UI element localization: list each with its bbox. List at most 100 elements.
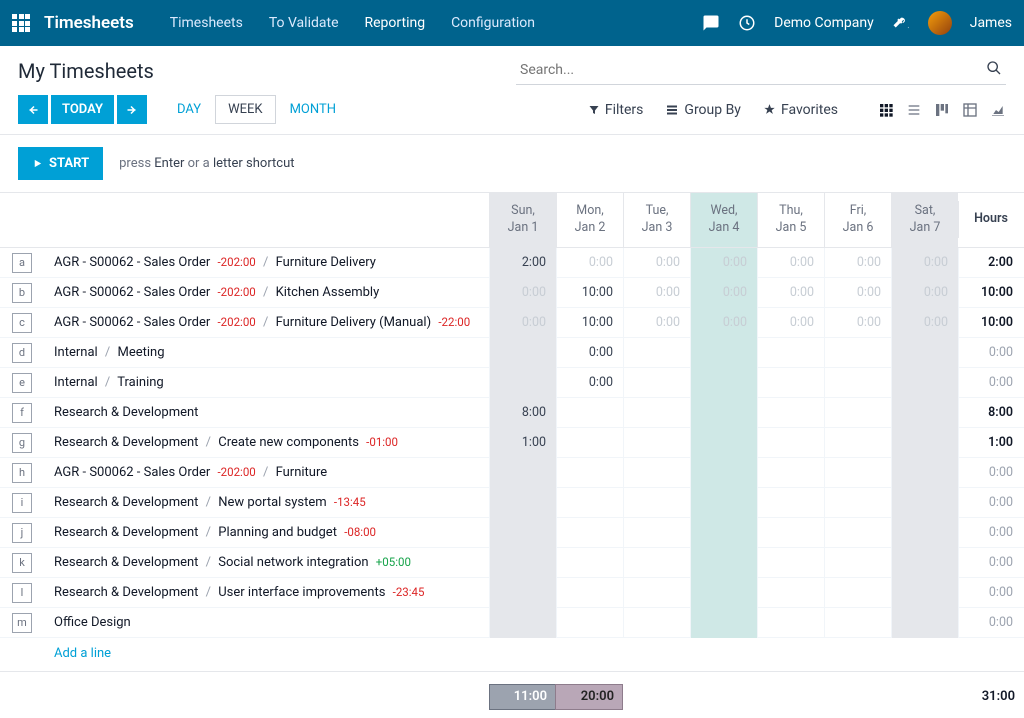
cell[interactable]: 10:00 [556, 308, 623, 338]
timesheet-row[interactable]: bAGR - S00062 - Sales Order -202:00 / Ki… [0, 278, 1024, 308]
nav-link-configuration[interactable]: Configuration [451, 15, 535, 31]
row-key[interactable]: h [12, 463, 32, 483]
cell[interactable] [623, 488, 690, 518]
cell[interactable] [489, 518, 556, 548]
nav-link-timesheets[interactable]: Timesheets [170, 15, 243, 31]
row-label[interactable]: Research & Development [48, 405, 489, 420]
timesheet-row[interactable]: eInternal / Training0:000:00 [0, 368, 1024, 398]
row-key[interactable]: c [12, 313, 32, 333]
cell[interactable] [757, 518, 824, 548]
cell[interactable]: 8:00 [489, 398, 556, 428]
cell[interactable] [556, 488, 623, 518]
cell[interactable] [891, 338, 958, 368]
start-button[interactable]: START [18, 147, 103, 180]
cell[interactable] [891, 458, 958, 488]
tools-icon[interactable] [892, 14, 910, 32]
cell[interactable] [891, 368, 958, 398]
company-selector[interactable]: Demo Company [774, 15, 874, 31]
cell[interactable] [891, 428, 958, 458]
cell[interactable]: 0:00 [489, 278, 556, 308]
cell[interactable] [824, 428, 891, 458]
cell[interactable]: 0:00 [824, 248, 891, 278]
cell[interactable] [824, 338, 891, 368]
row-key[interactable]: a [12, 253, 32, 273]
cell[interactable]: 10:00 [556, 278, 623, 308]
timesheet-row[interactable]: fResearch & Development8:008:00 [0, 398, 1024, 428]
cell[interactable]: 0:00 [824, 278, 891, 308]
cell[interactable] [690, 338, 757, 368]
cell[interactable]: 0:00 [556, 248, 623, 278]
timesheet-row[interactable]: j Research & Development / Planning and b… [0, 518, 1024, 548]
timesheet-row[interactable]: k Research & Development / Social network… [0, 548, 1024, 578]
cell[interactable] [489, 338, 556, 368]
row-key[interactable]: g [12, 433, 32, 453]
cell[interactable] [556, 398, 623, 428]
groupby-button[interactable]: Group By [665, 102, 741, 118]
cell[interactable] [623, 518, 690, 548]
timesheet-row[interactable]: mOffice Design0:00 [0, 608, 1024, 638]
cell[interactable] [489, 578, 556, 608]
cell[interactable] [690, 548, 757, 578]
timesheet-row[interactable]: hAGR - S00062 - Sales Order -202:00 / Fu… [0, 458, 1024, 488]
cell[interactable] [824, 488, 891, 518]
cell[interactable] [623, 428, 690, 458]
cell[interactable] [757, 548, 824, 578]
cell[interactable] [690, 488, 757, 518]
cell[interactable]: 0:00 [556, 368, 623, 398]
cell[interactable] [824, 398, 891, 428]
cell[interactable] [623, 338, 690, 368]
timesheet-row[interactable]: aAGR - S00062 - Sales Order -202:00 / Fu… [0, 248, 1024, 278]
timesheet-row[interactable]: lResearch & Development / User interface… [0, 578, 1024, 608]
cell[interactable] [623, 548, 690, 578]
nav-link-to-validate[interactable]: To Validate [269, 15, 339, 31]
cell[interactable]: 0:00 [556, 338, 623, 368]
cell[interactable] [690, 428, 757, 458]
view-pivot-icon[interactable] [962, 102, 978, 118]
cell[interactable] [891, 488, 958, 518]
row-key[interactable]: l [12, 583, 32, 603]
cell[interactable] [623, 458, 690, 488]
period-day[interactable]: DAY [165, 95, 213, 124]
view-grid-icon[interactable] [878, 102, 894, 118]
user-name[interactable]: James [970, 15, 1012, 31]
cell[interactable] [757, 578, 824, 608]
cell[interactable] [690, 368, 757, 398]
timesheet-row[interactable]: g Research & Development / Create new com… [0, 428, 1024, 458]
row-label[interactable]: Research & Development / Planning and bu… [48, 525, 489, 540]
cell[interactable] [690, 398, 757, 428]
cell[interactable] [891, 548, 958, 578]
row-key[interactable]: j [12, 523, 32, 543]
period-month[interactable]: MONTH [278, 95, 348, 124]
timesheet-row[interactable]: dInternal / Meeting0:000:00 [0, 338, 1024, 368]
brand[interactable]: Timesheets [44, 13, 134, 33]
cell[interactable]: 0:00 [623, 308, 690, 338]
cell[interactable] [757, 398, 824, 428]
nav-link-reporting[interactable]: Reporting [365, 15, 426, 31]
row-key[interactable]: k [12, 553, 32, 573]
row-label[interactable]: Research & Development / Social network … [48, 555, 489, 570]
cell[interactable] [757, 488, 824, 518]
row-label[interactable]: Research & Development / Create new comp… [48, 435, 489, 450]
cell[interactable] [489, 368, 556, 398]
cell[interactable] [690, 578, 757, 608]
cell[interactable] [891, 608, 958, 638]
cell[interactable] [757, 608, 824, 638]
cell[interactable] [824, 518, 891, 548]
cell[interactable] [824, 608, 891, 638]
row-key[interactable]: i [12, 493, 32, 513]
cell[interactable] [757, 338, 824, 368]
cell[interactable] [757, 458, 824, 488]
favorites-button[interactable]: Favorites [763, 102, 838, 118]
cell[interactable]: 0:00 [891, 278, 958, 308]
cell[interactable] [891, 578, 958, 608]
cell[interactable] [623, 608, 690, 638]
clock-icon[interactable] [738, 14, 756, 32]
timesheet-row[interactable]: cAGR - S00062 - Sales Order -202:00 / Fu… [0, 308, 1024, 338]
row-key[interactable]: m [12, 613, 32, 633]
cell[interactable] [690, 608, 757, 638]
cell[interactable] [757, 428, 824, 458]
cell[interactable]: 0:00 [489, 308, 556, 338]
cell[interactable] [623, 578, 690, 608]
search-icon[interactable] [986, 60, 1002, 76]
cell[interactable] [824, 368, 891, 398]
